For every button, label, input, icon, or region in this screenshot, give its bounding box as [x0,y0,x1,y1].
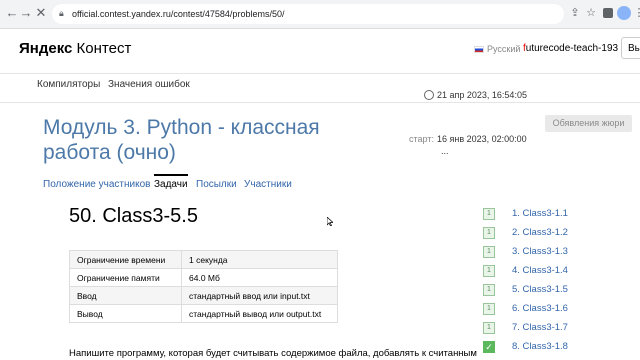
nav-divider [0,102,640,103]
status-badge: 1 [483,227,495,239]
header-divider [0,73,640,74]
problem-link[interactable]: 8. Class3-1.8 [512,341,568,353]
forward-icon[interactable]: → [18,5,34,21]
limit-key: Ограничение времени [69,250,182,269]
status-badge: 1 [483,303,495,315]
limit-value: 1 секунда [181,250,338,269]
limit-key: Ввод [69,286,182,305]
list-item[interactable]: 1 2. Class3-1.2 [483,227,603,239]
start-label: старт: [409,134,434,144]
exit-button[interactable]: Вы [621,37,640,59]
user-login[interactable]: futurecode-teach-193 [523,43,618,55]
tab-participants[interactable]: Участники [244,179,292,191]
list-item[interactable]: 1 7. Class3-1.7 [483,322,603,334]
limit-key: Ограничение памяти [69,268,182,287]
problem-title: 50. Class3-5.5 [69,205,198,227]
extensions-icon[interactable] [603,8,613,18]
list-item[interactable]: 1 6. Class3-1.6 [483,303,603,315]
language-switch[interactable]: Русский [474,43,520,55]
start-time: 16 янв 2023, 02:00:00 [437,134,527,144]
current-time: 21 апр 2023, 16:54:05 [437,90,527,100]
limit-value: стандартный вывод или output.txt [181,304,338,323]
tab-problems[interactable]: Задачи [154,179,188,191]
list-item[interactable]: 1 3. Class3-1.3 [483,246,603,258]
problem-statement: Напишите программу, которая будет считыв… [69,348,477,359]
bookmark-star-icon[interactable]: ☆ [584,6,598,20]
browser-toolbar: ← → ✕ 🔒︎ official.contest.yandex.ru/cont… [0,0,640,29]
list-item[interactable]: 1 5. Class3-1.5 [483,284,603,296]
stop-icon[interactable]: ✕ [33,5,49,21]
table-row: Вывод стандартный вывод или output.txt [69,304,338,323]
more-ellipsis: ... [441,146,449,156]
limits-table: Ограничение времени 1 секунда Ограничени… [69,250,338,323]
logo-product: Контест [76,40,132,57]
problem-link[interactable]: 4. Class3-1.4 [512,265,568,277]
table-row: Ограничение времени 1 секунда [69,250,338,269]
menu-icon[interactable]: ⋮ [632,6,640,20]
russian-flag-icon [474,46,484,53]
profile-avatar[interactable] [617,6,631,20]
table-row: Ввод стандартный ввод или input.txt [69,286,338,305]
logo-brand: Яндекс [19,40,73,57]
mouse-cursor-icon [327,217,333,226]
status-badge: 1 [483,322,495,334]
nav-compilers[interactable]: Компиляторы [37,79,100,91]
yandex-contest-logo[interactable]: Яндекс Контест [19,40,131,58]
problem-link[interactable]: 1. Class3-1.1 [512,208,568,220]
problem-link[interactable]: 7. Class3-1.7 [512,322,568,334]
nav-error-codes[interactable]: Значения ошибок [108,79,190,91]
share-icon[interactable]: ⇪ [568,6,582,20]
status-badge: 1 [483,246,495,258]
problem-link[interactable]: 2. Class3-1.2 [512,227,568,239]
limit-key: Вывод [69,304,182,323]
jury-messages-button[interactable]: Обявления жюри [545,115,632,132]
limit-value: стандартный ввод или input.txt [181,286,338,305]
tab-standings[interactable]: Положение участников [43,179,150,191]
address-bar[interactable]: 🔒︎ official.contest.yandex.ru/contest/47… [52,4,564,24]
status-badge: 1 [483,208,495,220]
clock-icon [424,90,434,100]
language-label: Русский [487,44,521,54]
check-icon: ✓ [483,341,495,353]
list-item[interactable]: ✓ 8. Class3-1.8 [483,341,603,353]
limit-value: 64.0 Мб [181,268,338,287]
status-badge: 1 [483,265,495,277]
problem-link[interactable]: 6. Class3-1.6 [512,303,568,315]
address-url: official.contest.yandex.ru/contest/47584… [72,9,285,19]
list-item[interactable]: 1 1. Class3-1.1 [483,208,603,220]
list-item[interactable]: 1 4. Class3-1.4 [483,265,603,277]
active-tab-indicator [154,174,188,176]
problem-link[interactable]: 3. Class3-1.3 [512,246,568,258]
problem-link[interactable]: 5. Class3-1.5 [512,284,568,296]
tab-submissions[interactable]: Посылки [196,179,237,191]
contest-title: Модуль 3. Python - классная работа (очно… [43,116,320,164]
lock-icon: 🔒︎ [59,8,64,18]
table-row: Ограничение памяти 64.0 Мб [69,268,338,287]
status-badge: 1 [483,284,495,296]
